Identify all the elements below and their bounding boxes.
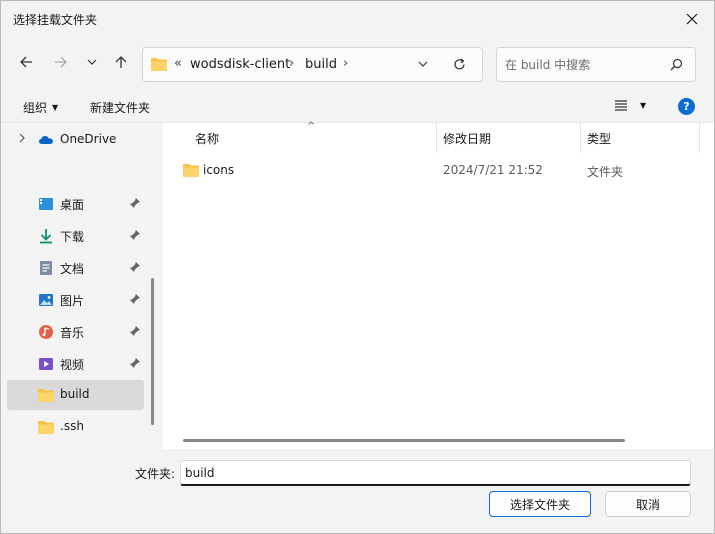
file-name: icons <box>203 163 235 177</box>
folder-icon <box>38 389 54 402</box>
title-bar: 选择挂载文件夹 <box>1 1 714 37</box>
file-list: ^ 名称 修改日期 类型 icons 2024/7/21 21:52 文件夹 <box>163 121 714 449</box>
sidebar-item-label: build <box>60 387 90 401</box>
folder-picker-dialog: 选择挂载文件夹 « wodsdisk-client › build › 在 bu… <box>0 0 715 534</box>
chevron-right-icon[interactable] <box>18 133 26 143</box>
back-button[interactable] <box>15 51 37 73</box>
organize-button[interactable]: 组织 ▼ <box>23 99 58 116</box>
folder-name-field[interactable] <box>180 460 691 486</box>
sidebar-item-label: 桌面 <box>60 198 85 212</box>
up-button[interactable] <box>110 51 132 73</box>
list-view-icon <box>615 100 627 111</box>
cancel-button[interactable]: 取消 <box>605 491 691 517</box>
sidebar-item-videos[interactable]: 视频 <box>7 349 144 379</box>
dialog-footer: 文件夹: 选择文件夹 取消 <box>1 449 714 533</box>
command-bar: 组织 ▼ 新建文件夹 ▼ ? <box>1 91 714 123</box>
onedrive-icon <box>39 136 53 144</box>
column-divider[interactable] <box>436 123 437 153</box>
sidebar-item-label: 文档 <box>60 262 85 276</box>
sidebar-item-desktop[interactable]: 桌面 <box>7 189 144 219</box>
navigation-pane: OneDrive 桌面 下载 文档 图片 音乐 视频 build .ssh <box>1 123 159 449</box>
breadcrumb-build[interactable]: build <box>305 57 337 72</box>
organize-label: 组织 <box>23 101 48 115</box>
folder-icon <box>38 421 54 434</box>
sidebar-item-label: .ssh <box>60 419 84 433</box>
breadcrumb-separator-icon[interactable]: › <box>343 56 348 71</box>
pin-icon[interactable] <box>129 293 141 305</box>
address-bar[interactable]: « wodsdisk-client › build › <box>142 47 483 82</box>
sidebar-item-label: 视频 <box>60 358 85 372</box>
breadcrumb-separator-icon[interactable]: › <box>289 56 294 71</box>
desktop-icon <box>39 198 53 210</box>
file-type: 文件夹 <box>587 165 624 179</box>
sidebar-item-build[interactable]: build <box>7 380 144 410</box>
column-header-name[interactable]: 名称 <box>195 130 219 147</box>
pin-icon[interactable] <box>129 325 141 337</box>
sort-ascending-icon: ^ <box>307 121 316 132</box>
sidebar-item-label: 图片 <box>60 294 85 308</box>
file-date: 2024/7/21 21:52 <box>443 163 543 177</box>
view-options-button[interactable]: ▼ <box>614 99 646 111</box>
sidebar-item-label: OneDrive <box>60 132 117 146</box>
recent-locations-button[interactable] <box>81 51 103 73</box>
sidebar-item-music[interactable]: 音乐 <box>7 317 144 347</box>
new-folder-button[interactable]: 新建文件夹 <box>90 99 150 116</box>
folder-icon <box>183 164 199 177</box>
arrow-up-icon <box>115 56 127 68</box>
horizontal-scrollbar[interactable] <box>183 439 625 442</box>
caret-down-icon: ▼ <box>52 103 59 112</box>
sidebar-item-onedrive[interactable]: OneDrive <box>7 125 144 155</box>
arrow-right-icon <box>55 56 67 68</box>
folder-name-label: 文件夹: <box>135 467 176 481</box>
picture-icon <box>39 294 53 306</box>
address-overflow[interactable]: « <box>174 56 182 71</box>
forward-button[interactable] <box>50 51 72 73</box>
refresh-icon[interactable] <box>453 58 466 71</box>
dialog-title: 选择挂载文件夹 <box>13 13 98 27</box>
arrow-left-icon <box>20 56 32 68</box>
sidebar-item-downloads[interactable]: 下载 <box>7 221 144 251</box>
search-box[interactable] <box>496 47 696 82</box>
navigation-bar: « wodsdisk-client › build › <box>1 39 714 87</box>
breadcrumb-wodsdisk-client[interactable]: wodsdisk-client <box>190 57 290 72</box>
pin-icon[interactable] <box>129 261 141 273</box>
column-header-type[interactable]: 类型 <box>587 130 611 147</box>
search-input[interactable] <box>505 55 665 75</box>
help-icon[interactable]: ? <box>678 98 695 115</box>
sidebar-item-label: 音乐 <box>60 326 85 340</box>
sidebar-item-label: 下载 <box>60 230 85 244</box>
column-divider[interactable] <box>699 123 700 153</box>
chevron-down-icon <box>87 59 97 65</box>
music-icon <box>39 325 53 339</box>
sidebar-item-pictures[interactable]: 图片 <box>7 285 144 315</box>
caret-down-icon: ▼ <box>640 100 647 110</box>
pin-icon[interactable] <box>129 229 141 241</box>
table-row[interactable]: icons 2024/7/21 21:52 文件夹 <box>163 155 714 185</box>
select-folder-button[interactable]: 选择文件夹 <box>489 491 591 517</box>
video-icon <box>39 358 53 370</box>
document-icon <box>40 261 52 275</box>
download-icon <box>40 229 52 244</box>
close-button[interactable] <box>678 7 706 31</box>
pin-icon[interactable] <box>129 357 141 369</box>
sidebar-item-ssh[interactable]: .ssh <box>7 412 144 442</box>
folder-icon <box>151 58 167 71</box>
pin-icon[interactable] <box>129 197 141 209</box>
column-divider[interactable] <box>580 123 581 153</box>
column-header-date[interactable]: 修改日期 <box>443 130 491 147</box>
sidebar-item-documents[interactable]: 文档 <box>7 253 144 283</box>
search-icon[interactable] <box>670 58 683 71</box>
address-dropdown-icon[interactable] <box>418 59 428 69</box>
close-icon <box>686 13 698 25</box>
sidebar-scrollbar[interactable] <box>151 278 154 425</box>
